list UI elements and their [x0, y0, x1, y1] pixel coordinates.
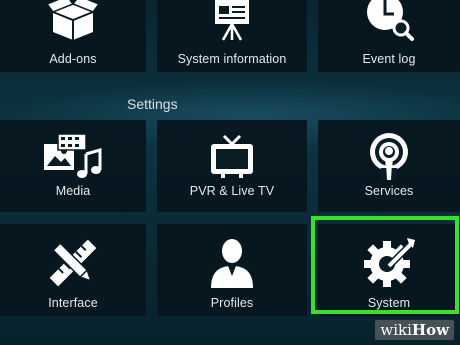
- presentation-easel-icon: [157, 0, 307, 42]
- tile-pvr-live-tv[interactable]: PVR & Live TV: [157, 120, 307, 212]
- tile-event-log-label: Event log: [362, 52, 416, 66]
- box-icon: [0, 0, 146, 42]
- tile-services-label: Services: [364, 184, 414, 198]
- person-icon: [157, 236, 307, 288]
- tile-media-label: Media: [55, 184, 91, 198]
- clock-search-icon: [318, 0, 460, 42]
- tile-services[interactable]: Services: [318, 120, 460, 212]
- tile-event-log[interactable]: Event log: [318, 0, 460, 72]
- section-title-settings: Settings: [127, 96, 178, 112]
- tv-icon: [157, 132, 307, 180]
- tile-profiles[interactable]: Profiles: [157, 224, 307, 316]
- tile-pvr-live-tv-label: PVR & Live TV: [189, 184, 275, 198]
- wikihow-watermark: wikiHow: [375, 320, 454, 340]
- tile-addons-label: Add-ons: [49, 52, 97, 66]
- tile-interface[interactable]: Interface: [0, 224, 146, 316]
- tile-profiles-label: Profiles: [210, 296, 254, 310]
- system-highlight-box: [311, 216, 459, 314]
- tile-system-information[interactable]: System information: [157, 0, 307, 72]
- tile-media[interactable]: Media: [0, 120, 146, 212]
- media-icon: [0, 132, 146, 180]
- tile-interface-label: Interface: [48, 296, 98, 310]
- tile-system-information-label: System information: [177, 52, 287, 66]
- broadcast-icon: [318, 132, 460, 182]
- pencil-ruler-icon: [0, 238, 146, 288]
- tile-addons[interactable]: Add-ons: [0, 0, 146, 72]
- settings-screen: Add-ons System information Event log Set…: [0, 0, 460, 345]
